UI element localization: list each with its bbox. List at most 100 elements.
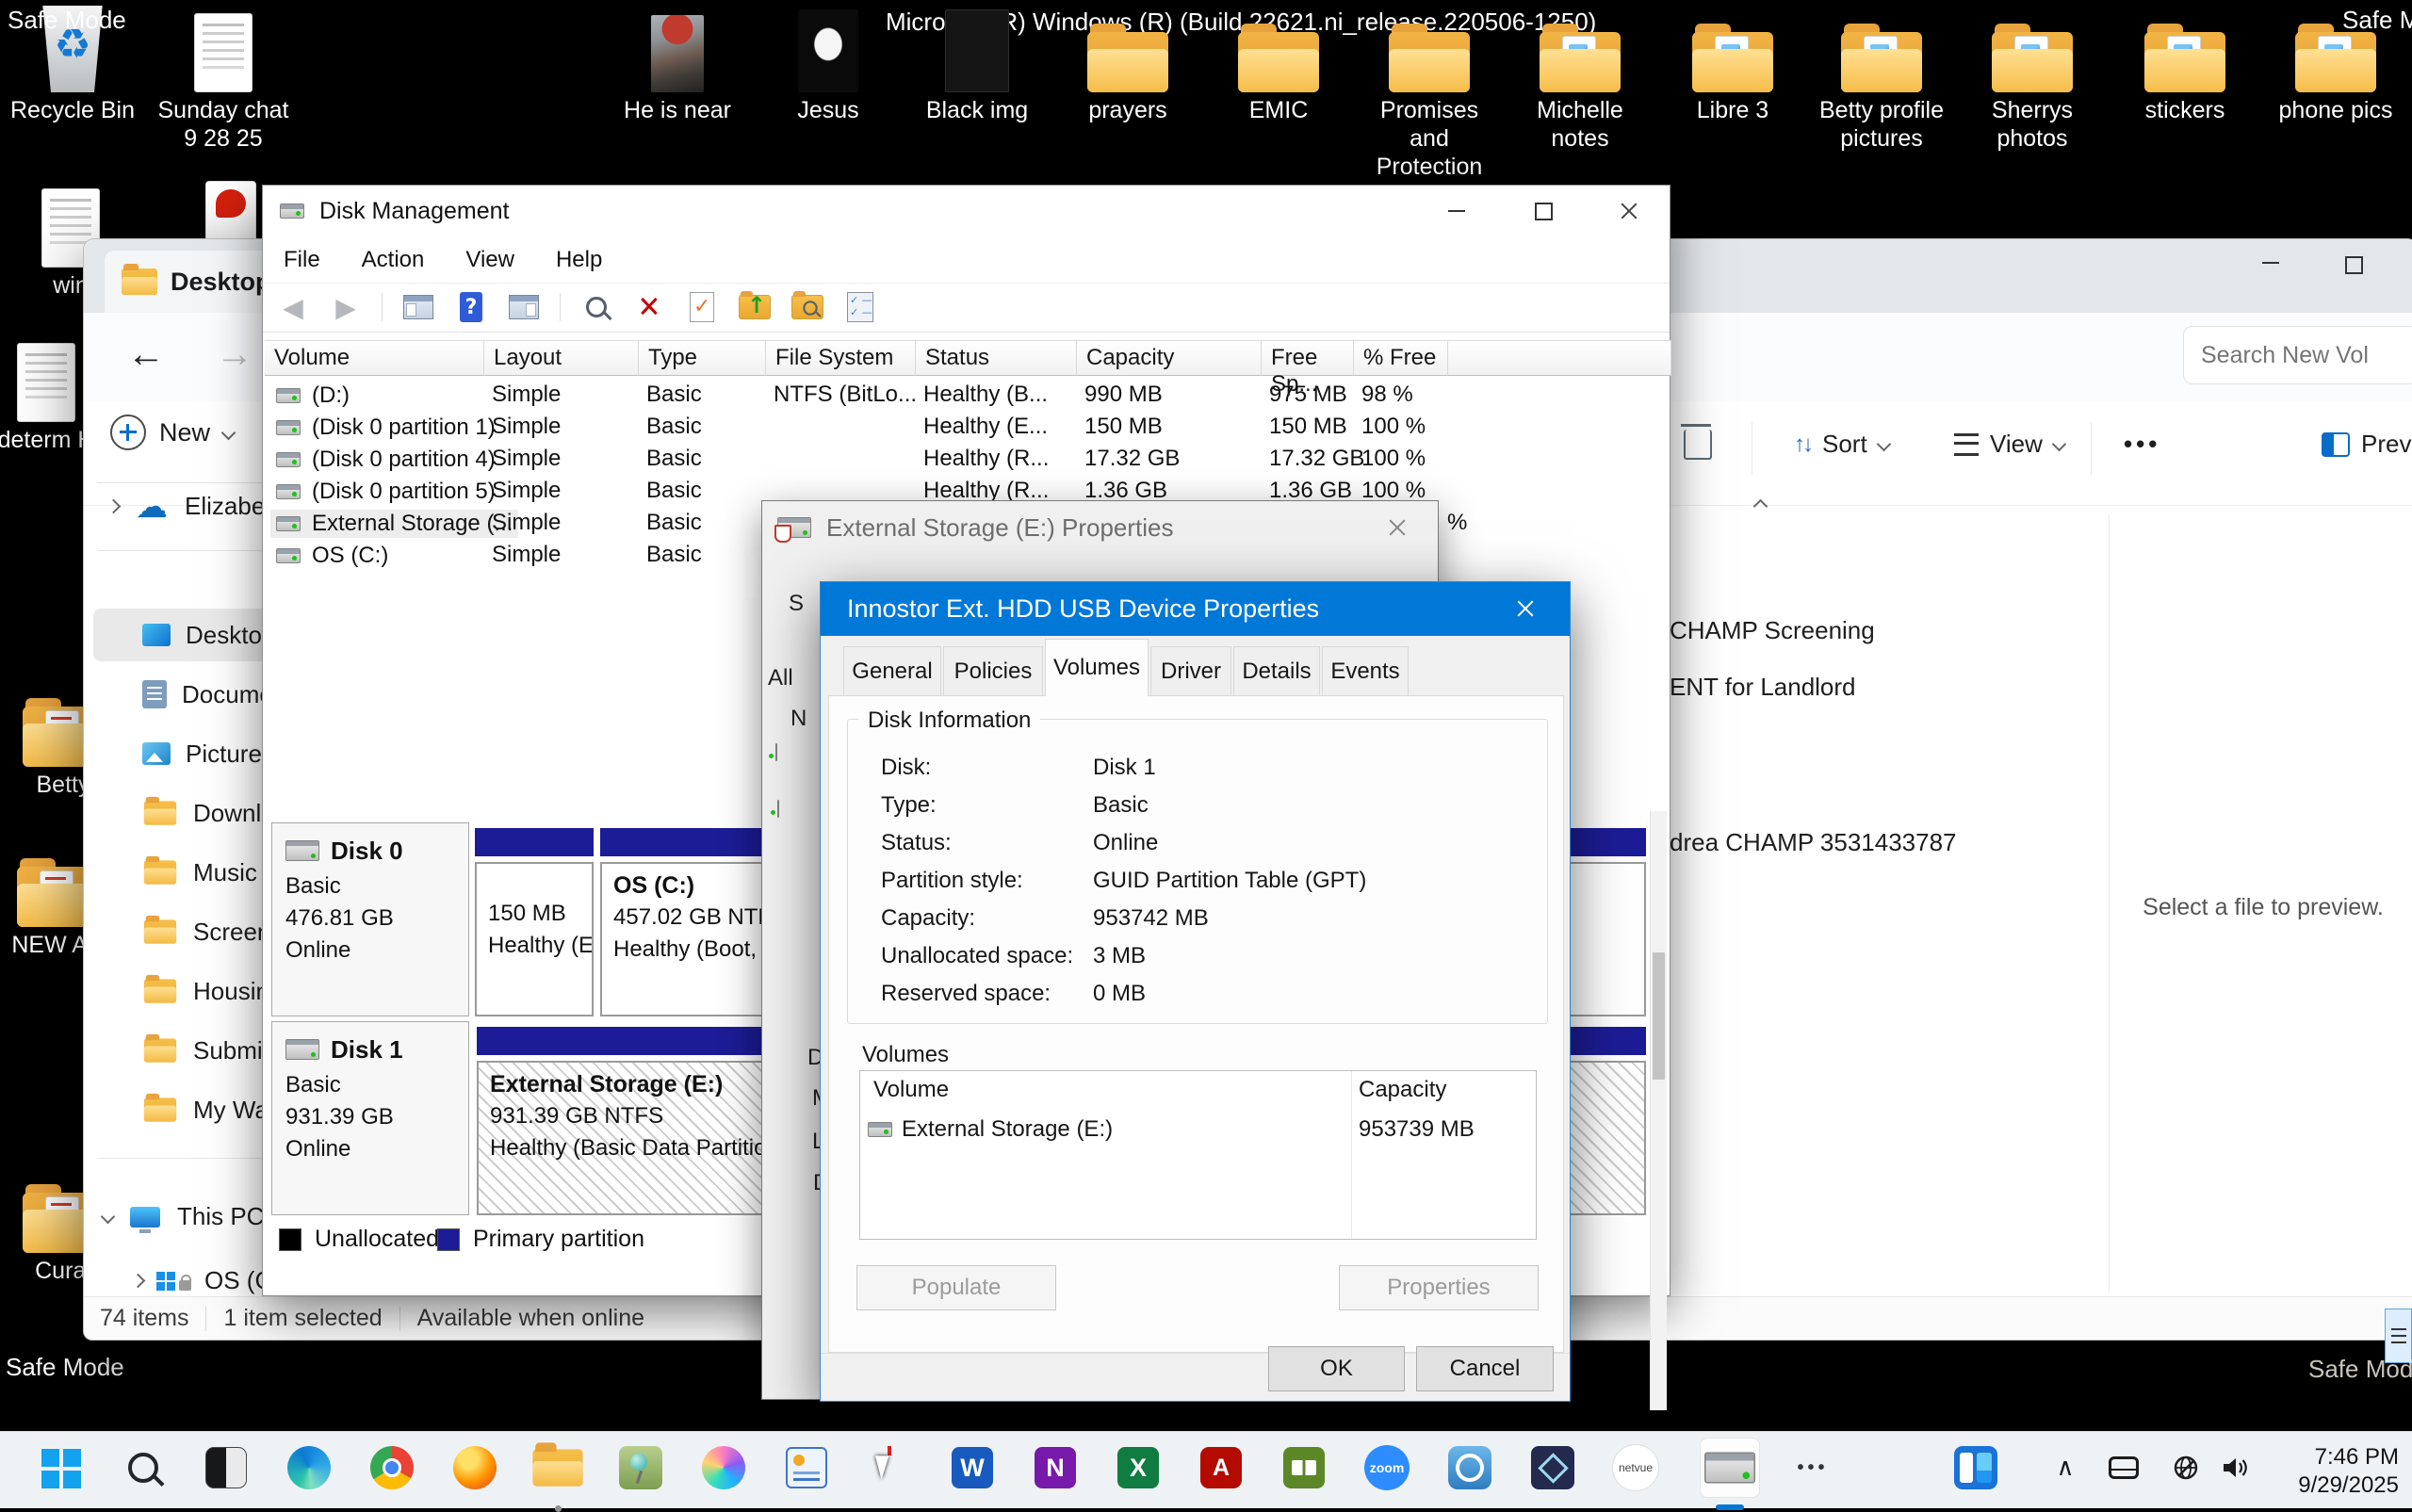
volumes-col-volume[interactable]: Volume: [873, 1077, 949, 1103]
preview-toggle-button[interactable]: Previ: [2322, 430, 2412, 459]
desktop-icon-prayers[interactable]: prayers: [1057, 9, 1198, 124]
widgets-button[interactable]: [1946, 1438, 2006, 1498]
column-header-blank[interactable]: [1448, 340, 1671, 376]
taskbar-more-button[interactable]: •••: [1783, 1438, 1843, 1498]
console-tree-icon[interactable]: [401, 290, 435, 324]
taskbar-word-button[interactable]: W: [942, 1438, 1002, 1498]
file-item-drea-champ-3531433787[interactable]: drea CHAMP 3531433787: [1670, 828, 1957, 857]
cancel-button[interactable]: Cancel: [1416, 1346, 1554, 1391]
taskbar-file-explorer-button[interactable]: [528, 1438, 588, 1498]
file-item-ent-for-landlord[interactable]: ENT for Landlord: [1670, 673, 1856, 702]
view-button[interactable]: View: [1954, 430, 2064, 459]
taskbar-bible-app-button[interactable]: [1274, 1438, 1334, 1498]
desktop-icon-michelle-notes[interactable]: Michelle notes: [1509, 9, 1651, 153]
sidebar-item-onedrive[interactable]: ☁ Elizabet: [108, 492, 272, 521]
tab-driver[interactable]: Driver: [1150, 646, 1231, 696]
taskbar-firefox-button[interactable]: [445, 1438, 505, 1498]
scrollbar-thumb[interactable]: [1653, 952, 1665, 1080]
back-button[interactable]: ←: [127, 333, 165, 376]
menu-file[interactable]: File: [284, 247, 320, 273]
rescan-disks-icon[interactable]: [579, 290, 613, 324]
volume-row-disk-0-partition-4[interactable]: (Disk 0 partition 4)SimpleBasicHealthy (…: [265, 444, 1670, 476]
desktop-icon-betty-profile-pictures[interactable]: Betty profile pictures: [1811, 9, 1952, 153]
taskbar-system-monitor-button[interactable]: [776, 1438, 837, 1498]
back-icon[interactable]: ◀: [276, 290, 310, 324]
forward-icon[interactable]: ▶: [329, 290, 363, 324]
sidebar-item-this-pc[interactable]: This PC: [103, 1202, 264, 1231]
desktop-icon-jesus[interactable]: Jesus: [758, 9, 899, 124]
desktop-icon-promises-and-protection[interactable]: Promises and Protection: [1359, 9, 1500, 181]
tab-volumes[interactable]: Volumes: [1045, 639, 1149, 696]
explorer-minimize-button[interactable]: [2262, 262, 2279, 264]
volume-row-d[interactable]: (D:)SimpleBasicNTFS (BitLo...Healthy (B.…: [265, 380, 1670, 412]
sort-button[interactable]: ↑↓ Sort: [1794, 430, 1889, 459]
column-header-type[interactable]: Type: [639, 340, 766, 376]
properties-check-icon[interactable]: [685, 290, 719, 324]
volumes-list[interactable]: Volume Capacity External Storage (E:) 95…: [859, 1070, 1537, 1240]
column-header-free[interactable]: % Free: [1354, 340, 1448, 376]
column-header-volume[interactable]: Volume: [265, 340, 484, 376]
tray-overflow-button[interactable]: ∧: [2035, 1438, 2095, 1498]
taskbar-diamond-app-button[interactable]: [1523, 1438, 1583, 1498]
disk0-label-box[interactable]: Disk 0 Basic 476.81 GB Online: [271, 822, 469, 1016]
column-header-free-sp[interactable]: Free Sp...: [1262, 340, 1354, 376]
explorer-maximize-button[interactable]: [2345, 256, 2363, 274]
column-header-file-system[interactable]: File System: [766, 340, 916, 376]
tab-events[interactable]: Events: [1322, 646, 1409, 696]
touchpad-indicator[interactable]: [2094, 1438, 2154, 1498]
checklist-icon[interactable]: [843, 290, 877, 324]
taskbar-copilot-button[interactable]: [693, 1438, 754, 1498]
explore-folder-icon[interactable]: [790, 290, 824, 324]
menu-action[interactable]: Action: [362, 247, 425, 273]
open-folder-icon[interactable]: ↑: [738, 290, 772, 324]
group-collapse-chevron[interactable]: [1755, 499, 1766, 516]
search-input[interactable]: [2183, 326, 2412, 384]
taskbar-contrast-app-button[interactable]: [196, 1438, 256, 1498]
taskbar-swirl-app-button[interactable]: [1440, 1438, 1500, 1498]
volumes-col-capacity[interactable]: Capacity: [1359, 1077, 1446, 1103]
taskbar-zoom-button[interactable]: zoom: [1357, 1438, 1417, 1498]
taskbar-pin-app-button[interactable]: [611, 1438, 671, 1498]
file-item-champ-screening[interactable]: CHAMP Screening: [1670, 616, 1875, 645]
volume-row-disk-0-partition-1[interactable]: (Disk 0 partition 1)SimpleBasicHealthy (…: [265, 412, 1670, 444]
volume-row-external-storage[interactable]: External Storage (E:): [868, 1116, 1113, 1143]
taskbar-start-button[interactable]: [30, 1438, 90, 1498]
disk0-partition-efi[interactable]: 150 MB Healthy (E: [475, 822, 594, 1016]
dm-maximize-button[interactable]: [1517, 186, 1570, 236]
sidebar-item-os-drive[interactable]: OS (C: [133, 1266, 272, 1295]
column-header-capacity[interactable]: Capacity: [1077, 340, 1262, 376]
pdf-file-icon[interactable]: [205, 181, 256, 243]
taskbar-edge-button[interactable]: [279, 1438, 339, 1498]
column-header-layout[interactable]: Layout: [484, 340, 639, 376]
disk1-label-box[interactable]: Disk 1 Basic 931.39 GB Online: [271, 1021, 469, 1215]
desktop-icon-libre-3[interactable]: Libre 3: [1662, 9, 1803, 124]
ok-button[interactable]: OK: [1268, 1346, 1405, 1391]
menu-view[interactable]: View: [465, 247, 514, 273]
desktop-icon-sunday-chat-9-28-25[interactable]: Sunday chat 9 28 25: [153, 9, 294, 153]
desktop-icon-he-is-near[interactable]: He is near: [607, 9, 748, 124]
dm-close-button[interactable]: [1603, 186, 1655, 236]
help-icon[interactable]: [454, 290, 488, 324]
tab-general[interactable]: General: [843, 646, 941, 696]
desktop-icon-black-img[interactable]: Black img: [906, 9, 1048, 124]
tab-policies[interactable]: Policies: [943, 646, 1043, 696]
taskbar-search-button[interactable]: [113, 1438, 173, 1498]
new-button[interactable]: New: [110, 415, 234, 450]
desktop-icon-emic[interactable]: EMIC: [1208, 9, 1349, 124]
dm-minimize-button[interactable]: [1430, 186, 1483, 236]
taskbar-netvue-button[interactable]: netvue: [1605, 1438, 1666, 1498]
taskbar-acrobat-button[interactable]: A: [1191, 1438, 1251, 1498]
innostor-close-button[interactable]: [1516, 599, 1535, 618]
scrollbar-track[interactable]: [1650, 811, 1667, 1410]
volume-button[interactable]: [2205, 1438, 2265, 1498]
taskbar-excel-button[interactable]: X: [1108, 1438, 1168, 1498]
desktop-icon-sherrys-photos[interactable]: Sherrys photos: [1962, 9, 2103, 153]
desktop-icon-stickers[interactable]: stickers: [2114, 9, 2256, 124]
delete-button[interactable]: [1684, 430, 1712, 460]
more-options-button[interactable]: •••: [2124, 430, 2160, 459]
action-pane-icon[interactable]: [507, 290, 541, 324]
forward-button[interactable]: →: [216, 333, 253, 376]
menu-help[interactable]: Help: [556, 247, 602, 273]
delete-volume-icon[interactable]: [632, 290, 666, 324]
populate-button[interactable]: Populate: [856, 1265, 1056, 1310]
